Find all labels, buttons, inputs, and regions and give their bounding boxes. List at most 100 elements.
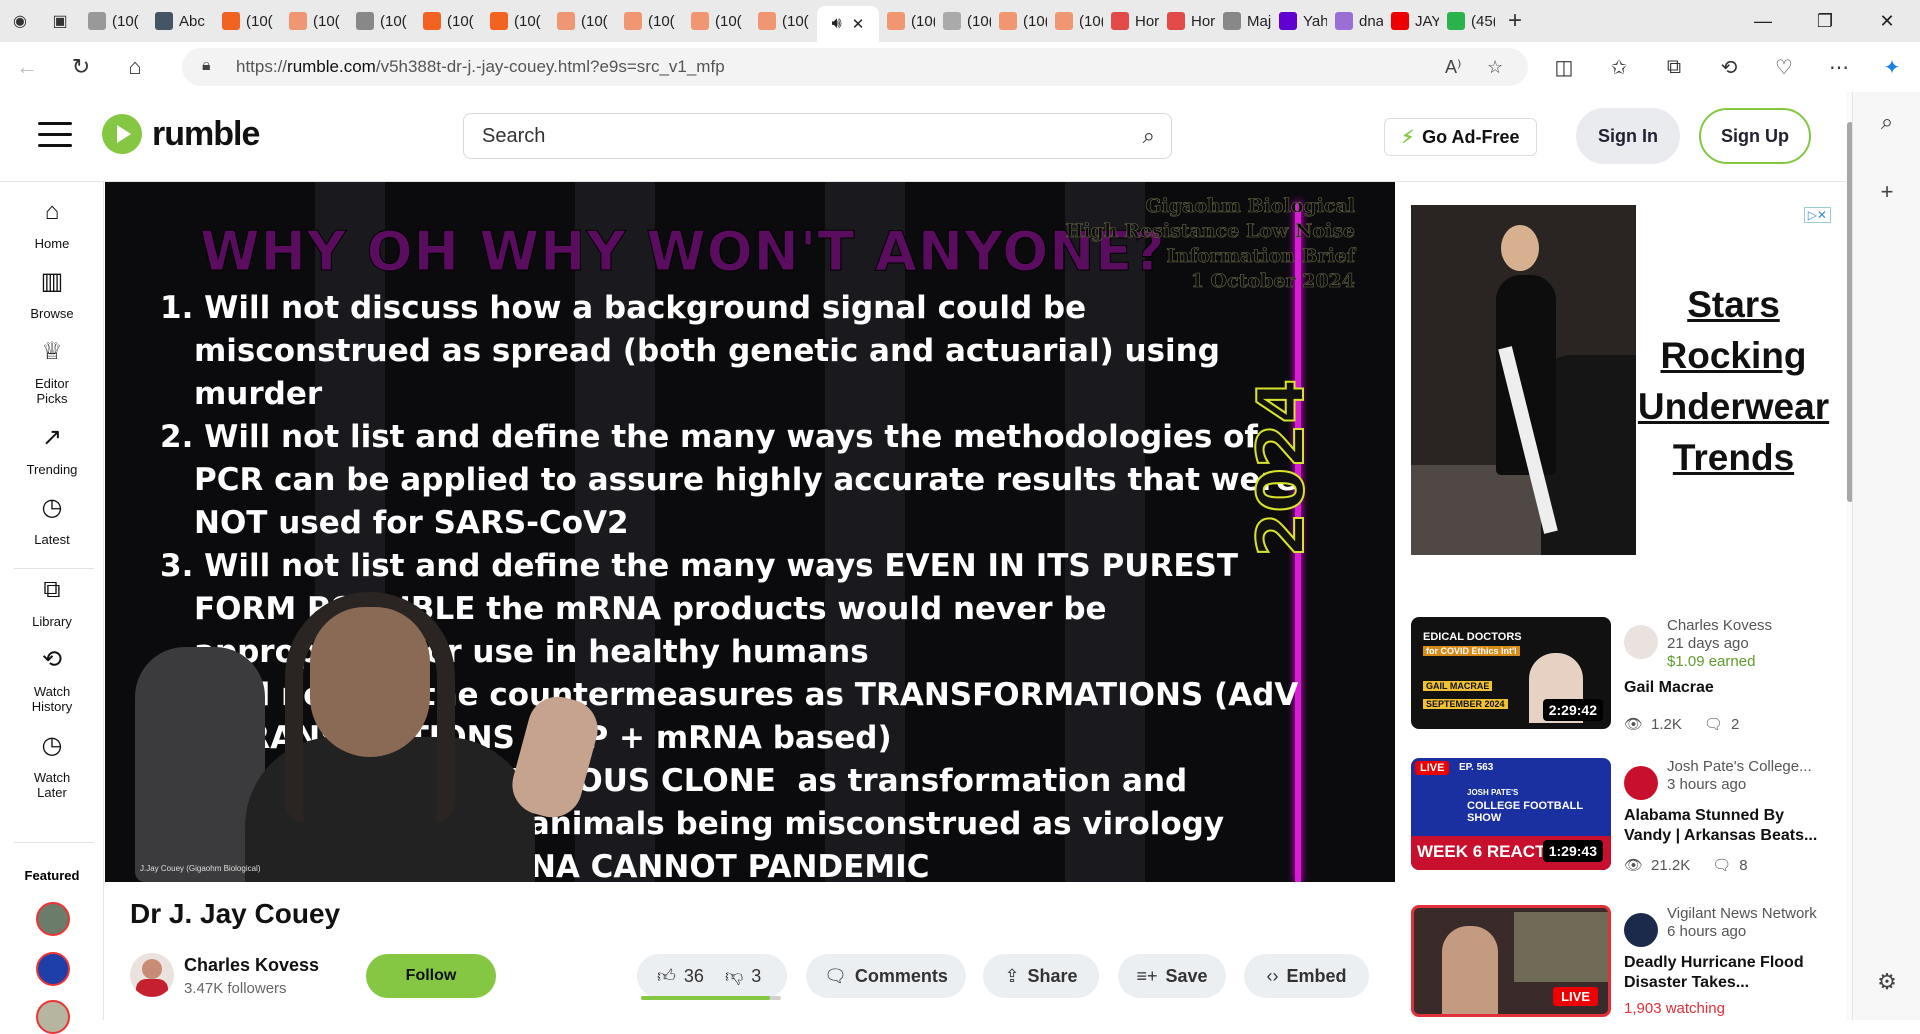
channel-avatar[interactable] [1624, 766, 1658, 800]
video-thumbnail[interactable]: LIVE EP. 563 JOSH PATE'S COLLEGE FOOTBAL… [1411, 758, 1611, 870]
channel-name[interactable]: Charles Kovess [1667, 617, 1772, 634]
sidebar-item-watch-history[interactable]: ⟲ Watch History [0, 648, 104, 715]
browser-tab[interactable]: (10( [281, 0, 348, 42]
sidebar-item-latest[interactable]: ◷ Latest [0, 496, 104, 548]
menu-icon[interactable] [38, 122, 72, 150]
browser-tab[interactable]: (10( [935, 0, 991, 42]
browser-tab[interactable]: (10( [214, 0, 281, 42]
favorite-star-icon[interactable]: ☆ [1487, 48, 1503, 86]
sidebar-item-home[interactable]: ⌂ Home [0, 200, 104, 252]
video-title[interactable]: Deadly Hurricane Flood Disaster Takes... [1624, 953, 1834, 993]
recommended-video[interactable]: LIVE Vigilant News Network 6 hours ago D… [1411, 905, 1831, 1017]
browser-essentials-icon[interactable]: ♡ [1762, 46, 1806, 88]
browser-tab[interactable]: (10( [80, 0, 147, 42]
browser-tab[interactable]: (10( [991, 0, 1047, 42]
like-button[interactable]: 👍︎ 36 [637, 965, 715, 987]
browser-tab[interactable]: JAY [1383, 0, 1439, 42]
profile-icon[interactable]: ◉ [0, 0, 40, 42]
lock-icon[interactable]: 🔒︎ [202, 57, 211, 75]
channel-avatar[interactable] [130, 953, 174, 997]
collections-icon[interactable]: ⧉ [1652, 46, 1696, 88]
ad-choices-icon[interactable]: ▷✕ [1803, 207, 1831, 223]
close-tab-icon[interactable]: ✕ [852, 15, 865, 33]
recommended-video[interactable]: LIVE EP. 563 JOSH PATE'S COLLEGE FOOTBAL… [1411, 758, 1834, 874]
go-ad-free-label: Go Ad-Free [1422, 126, 1520, 147]
browser-tab[interactable]: (10( [616, 0, 683, 42]
minimize-icon[interactable]: — [1732, 0, 1794, 42]
browser-tab[interactable]: (10( [348, 0, 415, 42]
ad-headline[interactable]: Stars Rocking Underwear Trends [1636, 279, 1831, 483]
follow-button[interactable]: Follow [366, 954, 496, 998]
share-button[interactable]: ⇪ Share [983, 954, 1099, 998]
save-button[interactable]: ≡+ Save [1118, 954, 1226, 998]
copilot-icon[interactable]: ✦ [1870, 46, 1914, 88]
embed-button[interactable]: ‹› Embed [1244, 954, 1369, 998]
tab-favicon-icon [356, 12, 374, 30]
sidebar-item-browse[interactable]: ▥ Browse [0, 270, 104, 322]
video-title[interactable]: Alabama Stunned By Vandy | Arkansas Beat… [1624, 806, 1834, 846]
browser-tab[interactable]: dna [1327, 0, 1383, 42]
browser-tab[interactable]: Abc [147, 0, 214, 42]
browser-tab[interactable]: Yah [1271, 0, 1327, 42]
go-ad-free-button[interactable]: ⚡︎ Go Ad-Free [1384, 118, 1537, 156]
channel-avatar[interactable] [1624, 913, 1658, 947]
channel-name[interactable]: Charles Kovess [184, 955, 319, 976]
home-icon[interactable]: ⌂ [108, 42, 162, 92]
channel-name[interactable]: Josh Pate's College... [1667, 758, 1812, 775]
address-bar[interactable]: 🔒︎ https://rumble.com/v5h388t-dr-j.-jay-… [182, 48, 1528, 86]
favorites-icon[interactable]: ✩ [1597, 46, 1641, 88]
ad-image[interactable] [1411, 205, 1636, 555]
browser-tab[interactable]: (45( [1439, 0, 1495, 42]
history-icon[interactable]: ⟲ [1707, 46, 1751, 88]
browser-tab[interactable]: (10( [683, 0, 750, 42]
refresh-icon[interactable]: ↻ [54, 42, 108, 92]
dislike-button[interactable]: 👎︎ 3 [715, 965, 761, 987]
settings-icon[interactable]: ⚙ [1853, 960, 1920, 1004]
featured-channel-avatar[interactable] [36, 952, 70, 986]
browser-tab[interactable]: (10( [482, 0, 549, 42]
browser-tab[interactable]: Hor [1159, 0, 1215, 42]
sign-in-button[interactable]: Sign In [1576, 108, 1680, 164]
browser-tab[interactable]: Maj [1215, 0, 1271, 42]
tab-active[interactable]: 🔊︎ ✕ [817, 6, 879, 42]
advertisement[interactable]: ▷✕ Stars Rocking Underwear Trends [1411, 205, 1831, 557]
channel-avatar[interactable] [1624, 625, 1658, 659]
browser-tab[interactable]: (10( [879, 0, 935, 42]
sidebar-item-trending[interactable]: ↗ Trending [0, 426, 104, 478]
video-title[interactable]: Gail Macrae [1624, 678, 1834, 698]
speaker-icon[interactable]: 🔊︎ [832, 15, 842, 33]
back-icon[interactable]: ← [0, 42, 54, 92]
browser-tab[interactable]: (10( [1047, 0, 1103, 42]
read-aloud-icon[interactable]: A⁾ [1445, 48, 1461, 86]
browser-tab[interactable]: (10( [415, 0, 482, 42]
comments-button[interactable]: 🗨︎ Comments [806, 954, 966, 998]
video-player[interactable]: WHY OH WHY WON'T ANYONE? Gigaohm Biologi… [105, 182, 1395, 882]
thumb-text: EP. 563 [1459, 762, 1494, 773]
new-tab-icon[interactable]: + [1495, 0, 1535, 42]
video-thumbnail[interactable]: EDICAL DOCTORS for COVID Ethics Int'l GA… [1411, 617, 1611, 729]
sign-up-button[interactable]: Sign Up [1699, 108, 1811, 164]
recommended-video[interactable]: EDICAL DOCTORS for COVID Ethics Int'l GA… [1411, 617, 1834, 733]
add-icon[interactable]: + [1853, 170, 1920, 214]
browser-tab[interactable]: (10( [549, 0, 616, 42]
search-icon[interactable]: ⌕ [1143, 123, 1155, 149]
tab-actions-icon[interactable]: ▣ [40, 0, 80, 42]
split-screen-icon[interactable]: ◫ [1542, 46, 1586, 88]
window-close-icon[interactable]: ✕ [1856, 0, 1918, 42]
featured-channel-avatar[interactable] [36, 1000, 70, 1034]
channel-name[interactable]: Vigilant News Network [1667, 905, 1817, 922]
browser-tab[interactable]: Hor [1103, 0, 1159, 42]
video-thumbnail[interactable]: LIVE [1411, 905, 1611, 1017]
tab-favicon-icon [222, 12, 240, 30]
restore-icon[interactable]: ❐ [1794, 0, 1856, 42]
sidebar-item-watch-later[interactable]: ◷ Watch Later [0, 734, 104, 801]
search-input[interactable]: Search ⌕ [463, 113, 1172, 159]
search-icon[interactable]: ⌕ [1853, 100, 1920, 144]
sidebar-item-editor-picks[interactable]: ♕ Editor Picks [0, 340, 104, 407]
sidebar-item-library[interactable]: ⧉ Library [0, 578, 104, 630]
rumble-logo[interactable]: rumble [102, 114, 260, 154]
browser-tab[interactable]: (10( [750, 0, 817, 42]
featured-channel-avatar[interactable] [36, 902, 70, 936]
left-sidebar: ⌂ Home ▥ Browse ♕ Editor Picks ↗ Trendin… [0, 182, 104, 1034]
more-menu-icon[interactable]: ⋯ [1817, 46, 1861, 88]
